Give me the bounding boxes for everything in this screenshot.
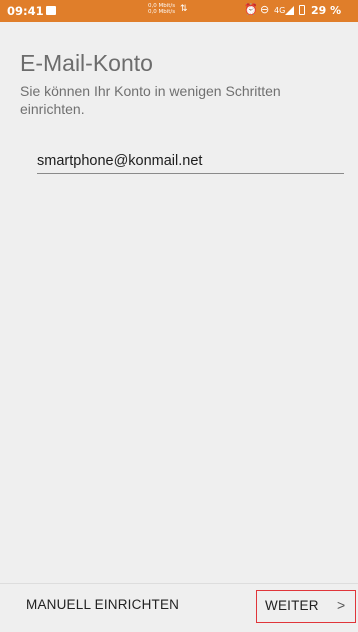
status-bar: 09:41 0,0 Mbit/s 0,0 Mbit/s ⇅ ⏰ ⊖ 4G 29 … (0, 0, 358, 22)
page-subtitle: Sie können Ihr Konto in wenigen Schritte… (20, 83, 281, 117)
chevron-right-icon: > (337, 597, 346, 613)
network-type: 4G (274, 6, 286, 15)
manual-setup-button[interactable]: MANUELL EINRICHTEN (26, 597, 179, 612)
network-speed: 0,0 Mbit/s 0,0 Mbit/s (148, 3, 175, 15)
do-not-disturb-icon: ⊖ (260, 3, 270, 16)
battery-icon (299, 5, 305, 15)
alarm-icon: ⏰ (244, 3, 258, 16)
page-title: E-Mail-Konto (20, 50, 153, 76)
email-field[interactable] (37, 149, 344, 174)
footer-divider (0, 583, 358, 584)
signal-icon (285, 6, 294, 15)
next-button-label: WEITER (265, 598, 319, 613)
battery-percent: 29 % (311, 4, 342, 17)
next-button[interactable]: WEITER > (256, 590, 356, 623)
speed-down: 0,0 Mbit/s (148, 9, 176, 15)
status-time: 09:41 (7, 4, 44, 18)
data-arrows-icon: ⇅ (180, 4, 188, 14)
notification-icon (46, 6, 56, 15)
